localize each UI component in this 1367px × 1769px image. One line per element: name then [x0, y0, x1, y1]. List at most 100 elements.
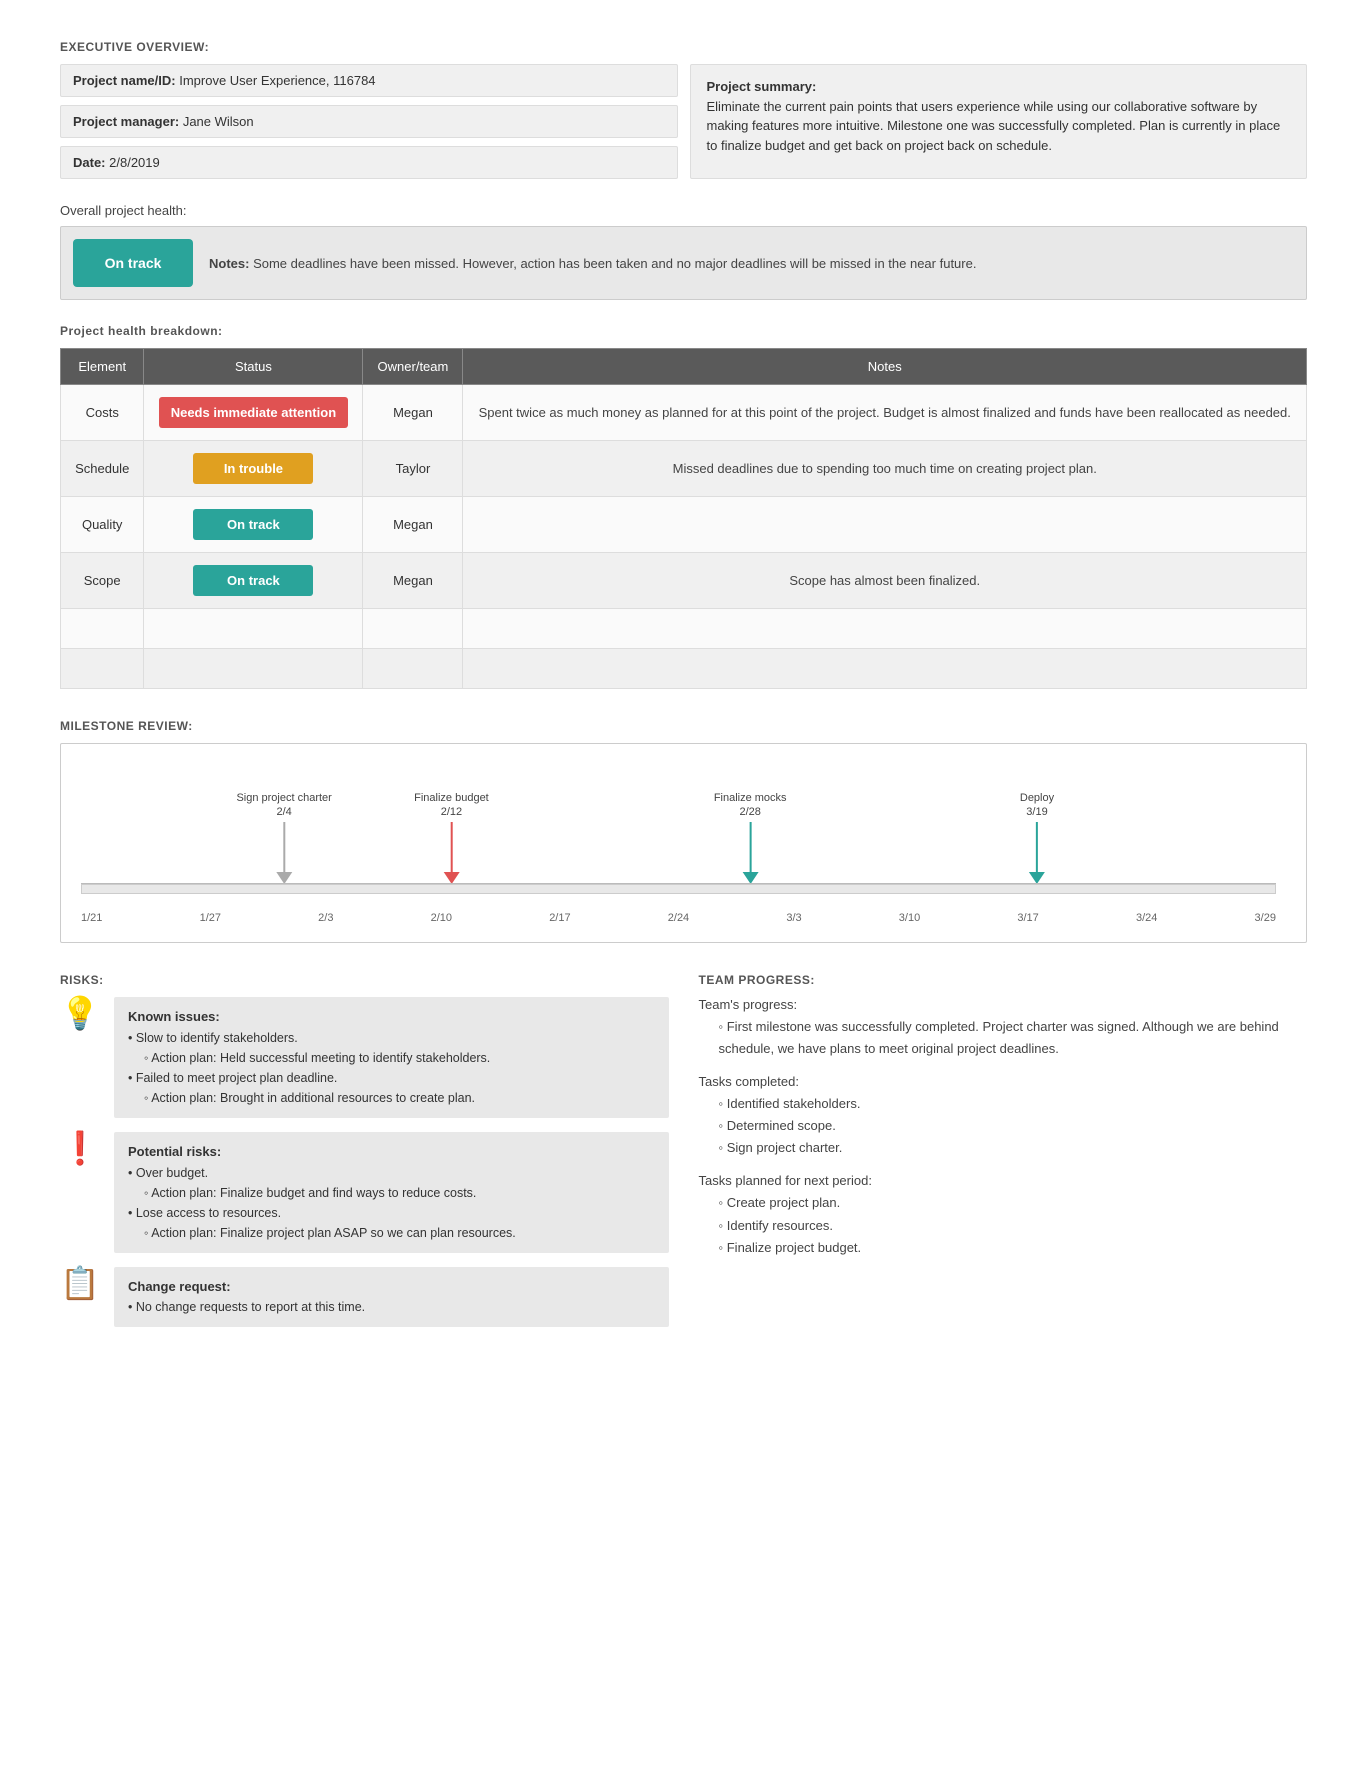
tasks-completed-list: Identified stakeholders.Determined scope…: [699, 1093, 1308, 1159]
milestone-marker: Deploy 3/19: [1020, 792, 1054, 884]
risk-icon: ❗: [60, 1132, 100, 1164]
risk-line: • No change requests to report at this t…: [128, 1297, 655, 1317]
risk-content: Change request:• No change requests to r…: [114, 1267, 669, 1328]
col-header-element: Element: [61, 349, 144, 385]
team-progress-section: TEAM PROGRESS: Team's progress: First mi…: [699, 973, 1308, 1341]
milestone-title: MILESTONE REVIEW:: [60, 719, 1307, 733]
project-manager-value: Jane Wilson: [183, 114, 254, 129]
col-header-notes: Notes: [463, 349, 1307, 385]
notes-cell: [463, 497, 1307, 553]
bottom-section: RISKS: 💡Known issues:• Slow to identify …: [60, 973, 1307, 1341]
status-cell: In trouble: [144, 441, 363, 497]
exec-overview-title: EXECUTIVE OVERVIEW:: [60, 40, 1307, 54]
risk-content: Potential risks:• Over budget.◦ Action p…: [114, 1132, 669, 1253]
status-cell: On track: [144, 553, 363, 609]
milestone-label: Deploy: [1020, 792, 1054, 804]
element-cell: Schedule: [61, 441, 144, 497]
axis-label: 2/17: [549, 912, 570, 924]
milestone-line: [749, 822, 751, 872]
team-progress-list: First milestone was successfully complet…: [699, 1016, 1308, 1060]
milestone-date: 2/28: [739, 806, 760, 818]
executive-overview-section: EXECUTIVE OVERVIEW: Project name/ID: Imp…: [60, 40, 1307, 179]
table-row: ScopeOn trackMeganScope has almost been …: [61, 553, 1307, 609]
project-name-value: Improve User Experience, 116784: [179, 73, 375, 88]
owner-cell: Megan: [363, 497, 463, 553]
risk-icon: 💡: [60, 997, 100, 1029]
date-field: Date: 2/8/2019: [60, 146, 678, 179]
overall-health-section: Overall project health: On track Notes: …: [60, 203, 1307, 300]
tasks-planned-label: Tasks planned for next period:: [699, 1173, 1308, 1188]
task-planned-item: Identify resources.: [719, 1215, 1308, 1237]
milestone-label: Finalize mocks: [714, 792, 787, 804]
risk-line: • Slow to identify stakeholders.: [128, 1028, 655, 1048]
tasks-completed-subsection: Tasks completed: Identified stakeholders…: [699, 1074, 1308, 1159]
date-label: Date:: [73, 155, 106, 170]
milestone-section: MILESTONE REVIEW: Sign project charter 2/…: [60, 719, 1307, 943]
overall-health-label: Overall project health:: [60, 203, 1307, 218]
breakdown-table: Element Status Owner/team Notes Costs Nee…: [60, 348, 1307, 689]
team-progress-subsection: Team's progress: First milestone was suc…: [699, 997, 1308, 1060]
health-breakdown-section: Project health breakdown: Element Status…: [60, 324, 1307, 689]
team-progress-label: Team's progress:: [699, 997, 1308, 1012]
risk-item: 💡 Known issues: • Slow to identify stakeho…: [60, 997, 669, 1118]
owner-cell: Taylor: [363, 441, 463, 497]
table-row: CostsNeeds immediate attentionMeganSpent…: [61, 385, 1307, 441]
milestone-date: 2/12: [441, 806, 462, 818]
overall-health-badge: On track: [73, 239, 193, 287]
status-cell: Needs immediate attention: [144, 385, 363, 441]
milestone-date: 2/4: [276, 806, 291, 818]
project-name-label: Project name/ID:: [73, 73, 176, 88]
risks-section: RISKS: 💡Known issues:• Slow to identify …: [60, 973, 669, 1341]
status-badge: In trouble: [193, 453, 313, 484]
team-progress-title: TEAM PROGRESS:: [699, 973, 1308, 987]
axis-label: 3/17: [1017, 912, 1038, 924]
milestone-marker: Sign project charter 2/4: [236, 792, 331, 884]
axis-label: 1/21: [81, 912, 102, 924]
milestone-chart: Sign project charter 2/4 Finalize budget 2/…: [60, 743, 1307, 943]
risk-line: • Over budget.: [128, 1163, 655, 1183]
project-summary-box: Project summary: Eliminate the current p…: [690, 64, 1308, 179]
milestone-line: [283, 822, 285, 872]
col-header-owner: Owner/team: [363, 349, 463, 385]
axis-label: 3/24: [1136, 912, 1157, 924]
task-completed-item: Sign project charter.: [719, 1137, 1308, 1159]
risk-line: ◦ Action plan: Finalize budget and find …: [128, 1183, 655, 1203]
milestone-label: Finalize budget: [414, 792, 489, 804]
milestone-date: 3/19: [1026, 806, 1047, 818]
risk-title: Known issues:: [128, 1009, 220, 1024]
team-progress-item: First milestone was successfully complet…: [719, 1016, 1308, 1060]
risk-line: • Failed to meet project plan deadline.: [128, 1068, 655, 1088]
table-row-empty: [61, 609, 1307, 649]
risk-line: ◦ Action plan: Held successful meeting t…: [128, 1048, 655, 1068]
element-cell: Quality: [61, 497, 144, 553]
health-notes-label: Notes:: [209, 256, 249, 271]
element-cell: Costs: [61, 385, 144, 441]
risk-item: ❗ Potential risks:• Over budget.◦ Action …: [60, 1132, 669, 1253]
project-name-field: Project name/ID: Improve User Experience…: [60, 64, 678, 97]
risk-line: ◦ Action plan: Finalize project plan ASA…: [128, 1223, 655, 1243]
risk-item: 📋Change request:• No change requests to …: [60, 1267, 669, 1328]
tasks-planned-list: Create project plan.Identify resources.F…: [699, 1192, 1308, 1258]
date-value: 2/8/2019: [109, 155, 160, 170]
axis-label: 3/10: [899, 912, 920, 924]
task-planned-item: Create project plan.: [719, 1192, 1308, 1214]
overall-health-box: On track Notes: Some deadlines have been…: [60, 226, 1307, 300]
status-badge: Needs immediate attention: [159, 397, 348, 428]
table-row: ScheduleIn troubleTaylorMissed deadlines…: [61, 441, 1307, 497]
exec-left-fields: Project name/ID: Improve User Experience…: [60, 64, 678, 179]
milestone-label: Sign project charter: [236, 792, 331, 804]
risk-content: Known issues: • Slow to identify stakehol…: [114, 997, 669, 1118]
project-manager-field: Project manager: Jane Wilson: [60, 105, 678, 138]
milestone-line: [1036, 822, 1038, 872]
axis-label: 2/10: [431, 912, 452, 924]
table-row: Quality On track Megan: [61, 497, 1307, 553]
milestone-marker: Finalize mocks 2/28: [714, 792, 787, 884]
exec-grid: Project name/ID: Improve User Experience…: [60, 64, 1307, 179]
status-badge: On track: [193, 565, 313, 596]
owner-cell: Megan: [363, 553, 463, 609]
status-badge: On track: [193, 509, 313, 540]
project-summary-text: Eliminate the current pain points that u…: [707, 99, 1281, 153]
task-completed-item: Identified stakeholders.: [719, 1093, 1308, 1115]
col-header-status: Status: [144, 349, 363, 385]
owner-cell: Megan: [363, 385, 463, 441]
